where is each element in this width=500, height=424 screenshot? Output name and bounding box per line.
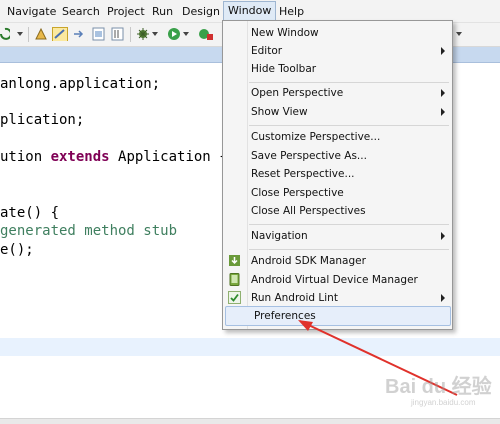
watermark-logo: Bai du 经验 jingyan.baidu.com bbox=[385, 370, 495, 418]
watermark-url: jingyan.baidu.com bbox=[411, 398, 476, 407]
annotation-arrow bbox=[298, 320, 458, 396]
watermark-text: Bai du 经验 bbox=[385, 376, 492, 398]
